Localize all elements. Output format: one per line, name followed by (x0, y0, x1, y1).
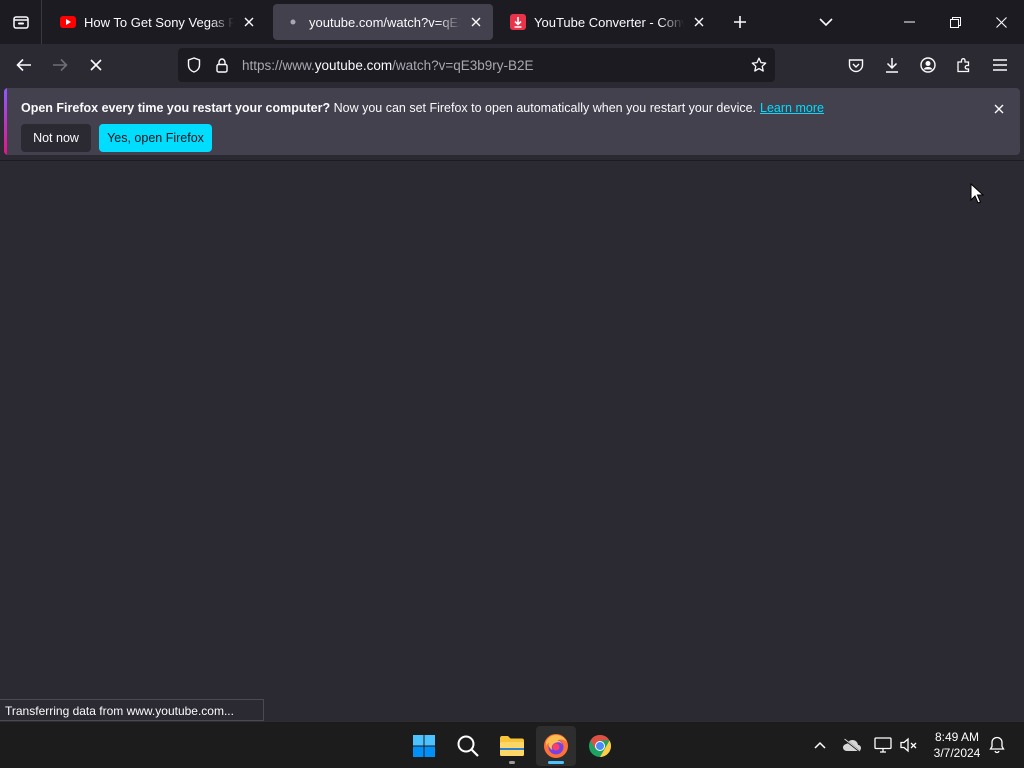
search-button[interactable] (448, 726, 488, 766)
file-explorer-button[interactable] (492, 726, 532, 766)
restore-icon (949, 16, 961, 28)
minimize-icon (903, 21, 915, 23)
notification-close-icon[interactable] (990, 100, 1008, 118)
firefox-view-icon (12, 16, 29, 29)
url-prefix: https://www. (242, 57, 315, 73)
list-all-tabs-button[interactable] (812, 8, 840, 36)
notification-accent (4, 88, 7, 155)
yes-open-firefox-button[interactable]: Yes, open Firefox (99, 124, 212, 152)
pocket-icon (848, 58, 864, 72)
running-indicator (509, 761, 515, 764)
chevron-up-icon (814, 741, 826, 749)
loading-dot-icon (285, 14, 301, 30)
plus-icon (734, 16, 746, 28)
clock-time: 8:49 AM (934, 730, 980, 744)
search-icon (457, 735, 479, 757)
url-path: /watch?v=qE3b9ry-B2E (392, 57, 534, 73)
tab-title: YouTube Converter - Convert YouTube (534, 14, 684, 30)
active-indicator (548, 761, 564, 764)
tab-sony-vegas[interactable]: How To Get Sony Vegas PRO 14 (48, 4, 266, 40)
folder-icon (500, 736, 524, 756)
tab-youtube-watch[interactable]: youtube.com/watch?v=qE3b9ry-B2E (273, 4, 493, 40)
chrome-icon (589, 735, 611, 757)
firefox-view-button[interactable] (0, 0, 42, 44)
speaker-muted-icon (900, 737, 917, 753)
arrow-left-icon (16, 58, 31, 72)
clock-date: 3/7/2024 (933, 746, 981, 760)
url-bar[interactable]: https://www.youtube.com/watch?v=qE3b9ry-… (178, 48, 775, 82)
not-now-button[interactable]: Not now (21, 124, 91, 152)
network-tray-button[interactable] (870, 732, 896, 758)
status-panel: Transferring data from www.youtube.com..… (0, 699, 264, 721)
forward-button[interactable] (44, 49, 76, 81)
tab-close-icon[interactable] (465, 11, 487, 33)
firefox-taskbar-button[interactable] (536, 726, 576, 766)
extensions-button[interactable] (948, 49, 980, 81)
page-content[interactable] (0, 160, 1024, 720)
learn-more-link[interactable]: Learn more (760, 101, 824, 115)
volume-tray-button[interactable] (896, 732, 922, 758)
notification-title: Open Firefox every time you restart your… (21, 101, 331, 115)
pocket-button[interactable] (840, 49, 872, 81)
url-host: youtube.com (314, 57, 393, 73)
tab-close-icon[interactable] (688, 11, 710, 33)
hamburger-menu-icon (993, 59, 1007, 71)
tab-strip: How To Get Sony Vegas PRO 14 youtube.com… (0, 0, 1024, 44)
lock-icon[interactable] (208, 51, 236, 79)
stop-x-icon (90, 59, 102, 71)
restore-button[interactable] (932, 0, 978, 44)
account-icon (920, 57, 936, 73)
close-window-button[interactable] (978, 0, 1024, 44)
new-tab-button[interactable] (726, 8, 754, 36)
bell-icon (989, 736, 1005, 754)
start-button[interactable] (404, 726, 444, 766)
show-hidden-icons-button[interactable] (807, 732, 833, 758)
url-text[interactable]: https://www.youtube.com/watch?v=qE3b9ry-… (242, 58, 745, 73)
account-button[interactable] (912, 49, 944, 81)
tab-youtube-converter[interactable]: YouTube Converter - Convert YouTube (498, 4, 716, 40)
puzzle-icon (957, 58, 970, 73)
windows-taskbar: 8:49 AM 3/7/2024 (0, 721, 1024, 768)
app-menu-button[interactable] (984, 49, 1016, 81)
tracking-protection-shield-icon[interactable] (180, 51, 208, 79)
windows-logo-icon (413, 735, 435, 757)
tab-title: youtube.com/watch?v=qE3b9ry-B2E (309, 14, 461, 30)
navigation-toolbar: https://www.youtube.com/watch?v=qE3b9ry-… (0, 44, 1024, 86)
notifications-button[interactable] (984, 732, 1010, 758)
notification-message: Open Firefox every time you restart your… (21, 101, 824, 115)
youtube-icon (60, 14, 76, 30)
cloud-offline-icon (843, 738, 861, 752)
firefox-icon (544, 734, 568, 758)
network-icon (874, 737, 892, 753)
tab-close-icon[interactable] (238, 11, 260, 33)
chrome-taskbar-button[interactable] (580, 726, 620, 766)
downloads-button[interactable] (876, 49, 908, 81)
default-browser-notification: Open Firefox every time you restart your… (4, 88, 1020, 155)
close-icon (995, 16, 1007, 28)
minimize-button[interactable] (886, 0, 932, 44)
arrow-right-icon (53, 58, 68, 72)
converter-download-icon (510, 14, 526, 30)
mouse-cursor-icon (970, 182, 985, 210)
bookmark-star-icon[interactable] (745, 51, 773, 79)
tab-title: How To Get Sony Vegas PRO 14 (84, 14, 234, 30)
stop-button[interactable] (80, 49, 112, 81)
onedrive-tray-button[interactable] (839, 732, 865, 758)
back-button[interactable] (8, 49, 40, 81)
download-icon (886, 58, 898, 73)
notification-text: Now you can set Firefox to open automati… (330, 101, 757, 115)
chevron-down-icon (819, 17, 833, 26)
taskbar-clock[interactable]: 8:49 AM 3/7/2024 (924, 729, 990, 761)
